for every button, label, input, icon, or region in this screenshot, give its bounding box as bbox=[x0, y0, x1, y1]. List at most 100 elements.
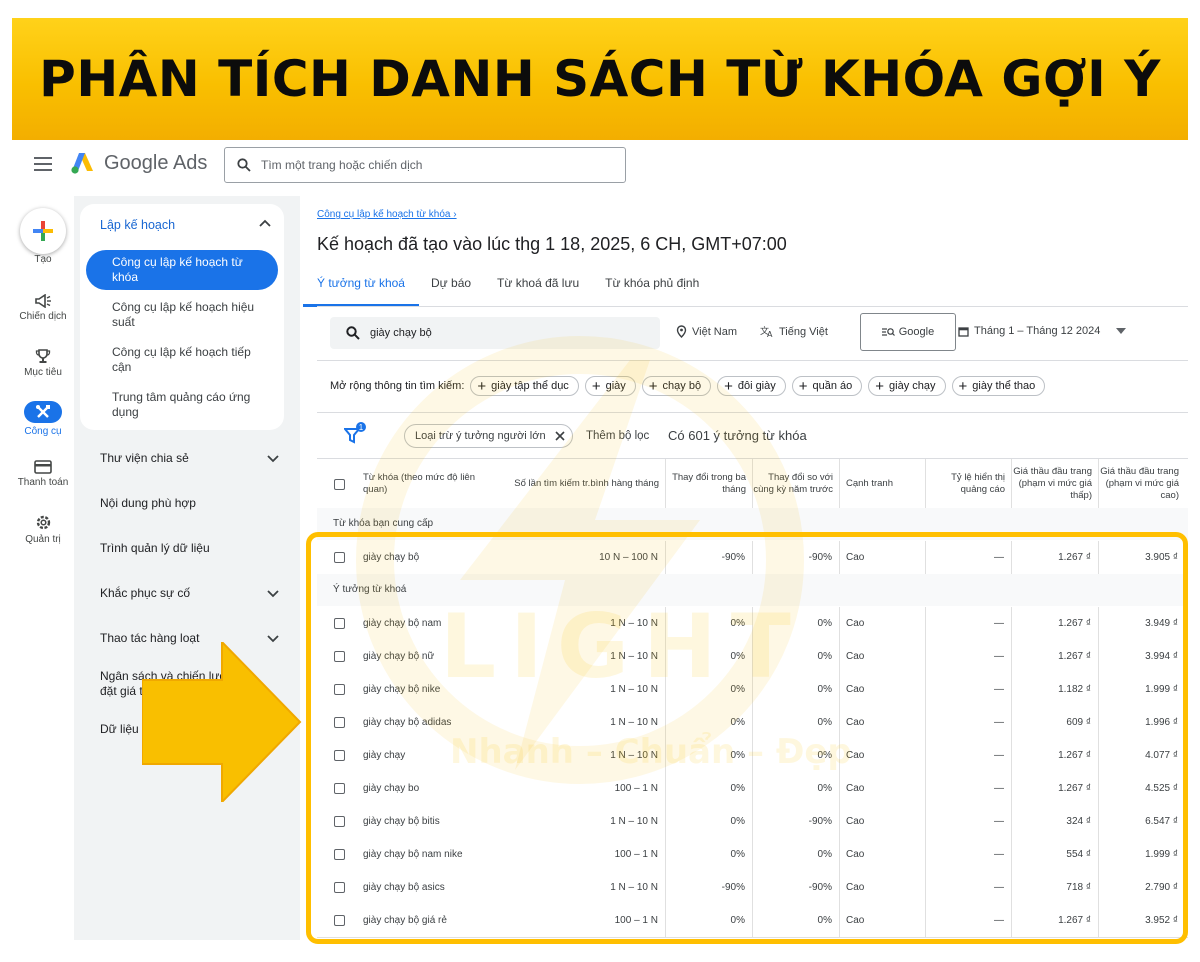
sidebar-item-reach-planner[interactable]: Công cụ lập kế hoạch tiếp cận bbox=[112, 345, 272, 375]
megaphone-icon bbox=[35, 294, 51, 308]
col-bid-low[interactable]: Giá thầu đầu trang (phạm vi mức giá thấp… bbox=[1011, 459, 1098, 509]
add-filter-button[interactable]: Thêm bộ lọc bbox=[586, 430, 649, 442]
date-range-selector[interactable]: Tháng 1 – Tháng 12 2024 bbox=[958, 325, 1127, 337]
tab-keyword-ideas[interactable]: Ý tưởng từ khoá bbox=[303, 276, 419, 307]
cell-keyword: giày chạy bộ bbox=[363, 552, 420, 563]
broaden-chip[interactable]: + quần áo bbox=[791, 376, 863, 396]
cell-bid-high: 6.547 ₫ bbox=[1098, 805, 1185, 838]
cell-bid-high: 3.952 ₫ bbox=[1098, 904, 1185, 937]
cell-bid-low: 609 ₫ bbox=[1011, 706, 1098, 739]
cell-bid-low: 718 ₫ bbox=[1011, 871, 1098, 904]
sidebar-item-shared-library[interactable]: Thư viện chia sẻ bbox=[100, 451, 280, 466]
row-checkbox[interactable] bbox=[334, 717, 345, 728]
language-filter[interactable]: 文A Tiếng Việt bbox=[760, 325, 828, 338]
cell-keyword: giày chạy bộ nam nike bbox=[363, 849, 463, 860]
location-filter[interactable]: Việt Nam bbox=[676, 325, 737, 338]
group-provided-keywords: Từ khóa bạn cung cấp bbox=[317, 508, 1188, 540]
cell-changeyoy: -90% bbox=[752, 541, 839, 574]
google-ads-logo[interactable]: Google Ads bbox=[70, 151, 207, 175]
sidebar-item-content-suitability[interactable]: Nội dung phù hợp bbox=[100, 496, 280, 511]
chip-label: chạy bộ bbox=[662, 380, 702, 392]
tools-active-pill bbox=[24, 401, 62, 423]
table-row[interactable]: giày chạy bộ 10 N – 100 N -90% -90% Cao —1.26… bbox=[317, 541, 1188, 575]
col-change-3m[interactable]: Thay đổi trong ba tháng bbox=[665, 459, 752, 509]
row-checkbox[interactable] bbox=[334, 651, 345, 662]
cell-change3m: -90% bbox=[665, 541, 752, 574]
calendar-icon bbox=[958, 326, 969, 337]
chevron-up-icon[interactable] bbox=[258, 216, 272, 230]
sidebar-item-keyword-planner[interactable]: Công cụ lập kế hoạch từ khóa bbox=[86, 250, 278, 290]
menu-icon[interactable] bbox=[34, 157, 52, 171]
col-keyword[interactable]: Từ khóa (theo mức độ liên quan) bbox=[357, 459, 489, 509]
row-checkbox[interactable] bbox=[334, 618, 345, 629]
rail-item-campaigns[interactable]: Chiến dịch bbox=[12, 294, 74, 322]
rail-item-goals[interactable]: Mục tiêu bbox=[12, 348, 74, 378]
row-checkbox[interactable] bbox=[334, 882, 345, 893]
sidebar-item-performance-planner[interactable]: Công cụ lập kế hoạch hiệu suất bbox=[112, 300, 272, 330]
row-checkbox[interactable] bbox=[334, 849, 345, 860]
sidebar-section-planning[interactable]: Lập kế hoạch bbox=[100, 218, 175, 232]
tab-forecast[interactable]: Dự báo bbox=[431, 276, 471, 306]
cell-bid-high: 4.077 ₫ bbox=[1098, 739, 1185, 772]
broaden-chip[interactable]: + chạy bộ bbox=[641, 376, 712, 396]
row-checkbox-cell bbox=[334, 772, 350, 805]
credit-card-icon bbox=[34, 460, 52, 474]
table-row[interactable]: giày chạy bộ bitis 1 N – 10 N 0% -90% Cao —32… bbox=[317, 805, 1188, 839]
row-checkbox[interactable] bbox=[334, 684, 345, 695]
row-checkbox[interactable] bbox=[334, 552, 345, 563]
tab-negative-keywords[interactable]: Từ khóa phủ định bbox=[605, 276, 699, 306]
row-checkbox-cell bbox=[334, 706, 350, 739]
cell-competition: Cao bbox=[839, 607, 925, 640]
table-row[interactable]: giày chạy bộ nam nike 100 – 1 N 0% 0% Cao —55… bbox=[317, 838, 1188, 872]
plus-icon: + bbox=[591, 377, 601, 395]
chip-label: quần áo bbox=[812, 380, 853, 392]
table-row[interactable]: giày chạy bộ asics 1 N – 10 N -90% -90% Cao —… bbox=[317, 871, 1188, 905]
row-checkbox-cell bbox=[334, 904, 350, 937]
tab-divider bbox=[317, 306, 1188, 307]
filter-button[interactable]: 1 bbox=[342, 422, 368, 449]
chip-label: đôi giày bbox=[737, 380, 776, 392]
row-checkbox[interactable] bbox=[334, 915, 345, 926]
close-icon[interactable] bbox=[554, 430, 566, 442]
col-competition[interactable]: Cạnh tranh bbox=[839, 459, 925, 509]
row-checkbox[interactable] bbox=[334, 783, 345, 794]
create-button[interactable] bbox=[20, 208, 66, 254]
table-row[interactable]: giày chạy bo 100 – 1 N 0% 0% Cao —1.267 ₫ 4.52… bbox=[317, 772, 1188, 806]
search-input[interactable] bbox=[259, 157, 603, 173]
tab-saved-keywords[interactable]: Từ khoá đã lưu bbox=[497, 276, 579, 306]
col-bid-high[interactable]: Giá thầu đầu trang (phạm vi mức giá cao) bbox=[1098, 459, 1185, 509]
select-all-checkbox[interactable] bbox=[334, 478, 345, 490]
broaden-chip[interactable]: + giày tập thể dục bbox=[470, 376, 579, 396]
rail-item-tools[interactable]: Công cụ bbox=[12, 401, 74, 437]
row-checkbox[interactable] bbox=[334, 816, 345, 827]
sidebar-item-app-ads-hub[interactable]: Trung tâm quảng cáo ứng dụng bbox=[112, 390, 272, 420]
cell-competition: Cao bbox=[839, 871, 925, 904]
plus-icon bbox=[33, 221, 53, 241]
network-selector[interactable]: Google bbox=[860, 313, 956, 351]
broaden-chip[interactable]: + giày thể thao bbox=[951, 376, 1046, 396]
keyword-search-field[interactable]: giày chạy bộ bbox=[330, 317, 660, 349]
rail-campaigns-label: Chiến dịch bbox=[19, 311, 67, 322]
cell-keyword: giày chạy bộ bitis bbox=[363, 816, 440, 827]
global-search[interactable] bbox=[224, 147, 626, 183]
cell-changeyoy: -90% bbox=[752, 871, 839, 904]
col-impression-share[interactable]: Tỷ lệ hiển thị quảng cáo bbox=[925, 459, 1011, 509]
breadcrumb[interactable]: Công cụ lập kế hoạch từ khóa › bbox=[317, 209, 457, 220]
exclude-adult-chip[interactable]: Loại trừ ý tưởng người lớn bbox=[404, 424, 573, 448]
rail-item-billing[interactable]: Thanh toán bbox=[12, 460, 74, 488]
col-searches[interactable]: Số lần tìm kiếm tr.bình hàng tháng bbox=[489, 459, 665, 509]
network-search-icon bbox=[881, 328, 895, 336]
cell-bid-high: 1.999 ₫ bbox=[1098, 838, 1185, 871]
broaden-chip[interactable]: + giày bbox=[584, 376, 636, 396]
cell-changeyoy: 0% bbox=[752, 904, 839, 937]
col-change-yoy[interactable]: Thay đổi so với cùng kỳ năm trước bbox=[752, 459, 839, 509]
sidebar-item-troubleshooting[interactable]: Khắc phục sự cố bbox=[100, 586, 280, 601]
exclude-chip-label: Loại trừ ý tưởng người lớn bbox=[415, 430, 546, 442]
table-row[interactable]: giày chạy bộ giá rẻ 100 – 1 N 0% 0% Cao —1.26… bbox=[317, 904, 1188, 938]
plus-icon: + bbox=[798, 377, 808, 395]
broaden-chip[interactable]: + giày chạy bbox=[868, 376, 946, 396]
row-checkbox[interactable] bbox=[334, 750, 345, 761]
rail-item-admin[interactable]: Quản trị bbox=[12, 514, 74, 545]
sidebar-item-data-manager[interactable]: Trình quản lý dữ liệu bbox=[100, 541, 280, 556]
broaden-chip[interactable]: + đôi giày bbox=[717, 376, 786, 396]
